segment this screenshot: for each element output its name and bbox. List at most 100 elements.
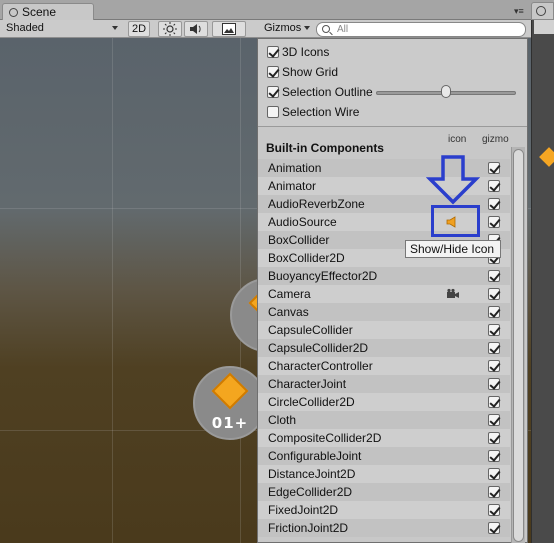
tab-scene[interactable]: Scene (2, 3, 94, 20)
option-show-grid[interactable]: Show Grid (267, 65, 338, 81)
option-label: 3D Icons (282, 45, 330, 59)
grid-line (112, 38, 113, 543)
game-tab-icon (536, 6, 546, 16)
shading-mode-dropdown[interactable]: Shaded (0, 21, 122, 37)
component-name: FrictionJoint2D (268, 521, 349, 535)
speaker-icon (190, 24, 201, 34)
option-selection-wire[interactable]: Selection Wire (267, 105, 359, 121)
component-name: Cloth (268, 413, 297, 427)
gizmo-checkbox[interactable] (488, 486, 500, 498)
gizmo-checkbox[interactable] (488, 180, 500, 192)
list-item[interactable]: CharacterController (258, 357, 510, 375)
list-item[interactable]: Camera (258, 285, 510, 303)
audio-toggle[interactable] (184, 21, 208, 37)
gizmo-checkbox[interactable] (488, 162, 500, 174)
camera-icon[interactable] (446, 288, 460, 300)
search-placeholder: All (337, 24, 349, 35)
gizmo-checkbox[interactable] (488, 450, 500, 462)
search-input[interactable]: All (316, 22, 526, 37)
gizmo-checkbox[interactable] (488, 414, 500, 426)
gizmo-checkbox[interactable] (488, 378, 500, 390)
component-name: BoxCollider (268, 233, 330, 247)
component-name: Animator (268, 179, 317, 193)
list-item[interactable]: FrictionJoint2D (258, 519, 510, 537)
gizmo-checkbox[interactable] (488, 522, 500, 534)
game-view-pane (531, 20, 554, 543)
list-item[interactable]: EdgeCollider2D (258, 483, 510, 501)
list-item[interactable]: BuoyancyEffector2D (258, 267, 510, 285)
component-name: CharacterJoint (268, 377, 347, 391)
component-name: Canvas (268, 305, 309, 319)
list-item[interactable]: Cloth (258, 411, 510, 429)
coin-sprite[interactable]: 01+ (193, 366, 267, 440)
gizmo-checkbox[interactable] (488, 342, 500, 354)
gizmo-checkbox[interactable] (488, 216, 500, 228)
lighting-toggle[interactable] (158, 21, 182, 37)
option-3d-icons[interactable]: 3D Icons (267, 45, 329, 61)
panel-menu-icon[interactable]: ▾≡ (514, 6, 526, 16)
list-item[interactable]: CapsuleCollider2D (258, 339, 510, 357)
option-label: Selection Wire (282, 105, 360, 119)
gizmo-checkbox[interactable] (488, 468, 500, 480)
sprite-score-text: 01+ (211, 414, 249, 432)
list-item[interactable]: CharacterJoint (258, 375, 510, 393)
search-icon (322, 25, 330, 33)
checkbox[interactable] (267, 106, 279, 118)
option-label: Show Grid (282, 65, 339, 79)
gizmo-checkbox[interactable] (488, 396, 500, 408)
effects-dropdown[interactable] (212, 21, 246, 37)
list-item[interactable]: Canvas (258, 303, 510, 321)
list-item[interactable]: FixedJoint2D (258, 501, 510, 519)
scene-icon (9, 8, 18, 17)
gizmos-label: Gizmos (264, 22, 302, 34)
chevron-down-icon (304, 26, 310, 30)
component-name: CapsuleCollider2D (268, 341, 369, 355)
gizmo-checkbox[interactable] (488, 270, 500, 282)
section-title: Built-in Components (266, 141, 384, 155)
component-name: CompositeCollider2D (268, 431, 382, 445)
coin-diamond-icon (539, 147, 554, 167)
arrow-down-icon (426, 155, 480, 205)
list-item[interactable]: DistanceJoint2D (258, 465, 510, 483)
gizmo-checkbox[interactable] (488, 198, 500, 210)
scrollbar[interactable] (511, 147, 525, 543)
component-name: Camera (268, 287, 311, 301)
list-item[interactable]: CompositeCollider2D (258, 429, 510, 447)
checkbox[interactable] (267, 86, 279, 98)
component-name: ConfigurableJoint (268, 449, 362, 463)
gizmo-checkbox[interactable] (488, 288, 500, 300)
slider-handle[interactable] (441, 85, 451, 98)
component-name: DistanceJoint2D (268, 467, 356, 481)
tooltip: Show/Hide Icon (405, 240, 501, 258)
gizmo-checkbox[interactable] (488, 432, 500, 444)
gizmos-dropdown[interactable]: Gizmos (258, 21, 314, 37)
gizmo-options: 3D Icons Show Grid Selection Outline Sel… (258, 39, 527, 127)
column-header-gizmo: gizmo (482, 134, 509, 145)
list-item[interactable]: CapsuleCollider (258, 321, 510, 339)
2d-mode-toggle[interactable]: 2D (128, 21, 150, 37)
gizmo-checkbox[interactable] (488, 360, 500, 372)
gizmo-checkbox[interactable] (488, 324, 500, 336)
checkbox[interactable] (267, 46, 279, 58)
option-selection-outline[interactable]: Selection Outline (267, 85, 373, 101)
list-item[interactable]: CircleCollider2D (258, 393, 510, 411)
tab-game[interactable] (531, 2, 554, 20)
component-name: AudioReverbZone (268, 197, 365, 211)
component-name: CapsuleCollider (268, 323, 353, 337)
checkbox[interactable] (267, 66, 279, 78)
gizmo-checkbox[interactable] (488, 306, 500, 318)
sun-icon (163, 22, 177, 36)
column-header-icon: icon (448, 134, 467, 145)
chevron-down-icon (112, 26, 118, 30)
scrollbar-thumb[interactable] (513, 149, 524, 542)
game-toolbar-strip (534, 20, 554, 34)
2d-mode-label: 2D (131, 23, 147, 35)
component-name: BuoyancyEffector2D (268, 269, 378, 283)
component-name: AudioSource (268, 215, 337, 229)
tab-bar: Scene ▾≡ (0, 0, 554, 20)
component-name: EdgeCollider2D (268, 485, 353, 499)
shading-mode-label: Shaded (6, 22, 44, 34)
gizmos-popup: 3D Icons Show Grid Selection Outline Sel… (257, 38, 528, 543)
gizmo-checkbox[interactable] (488, 504, 500, 516)
list-item[interactable]: ConfigurableJoint (258, 447, 510, 465)
